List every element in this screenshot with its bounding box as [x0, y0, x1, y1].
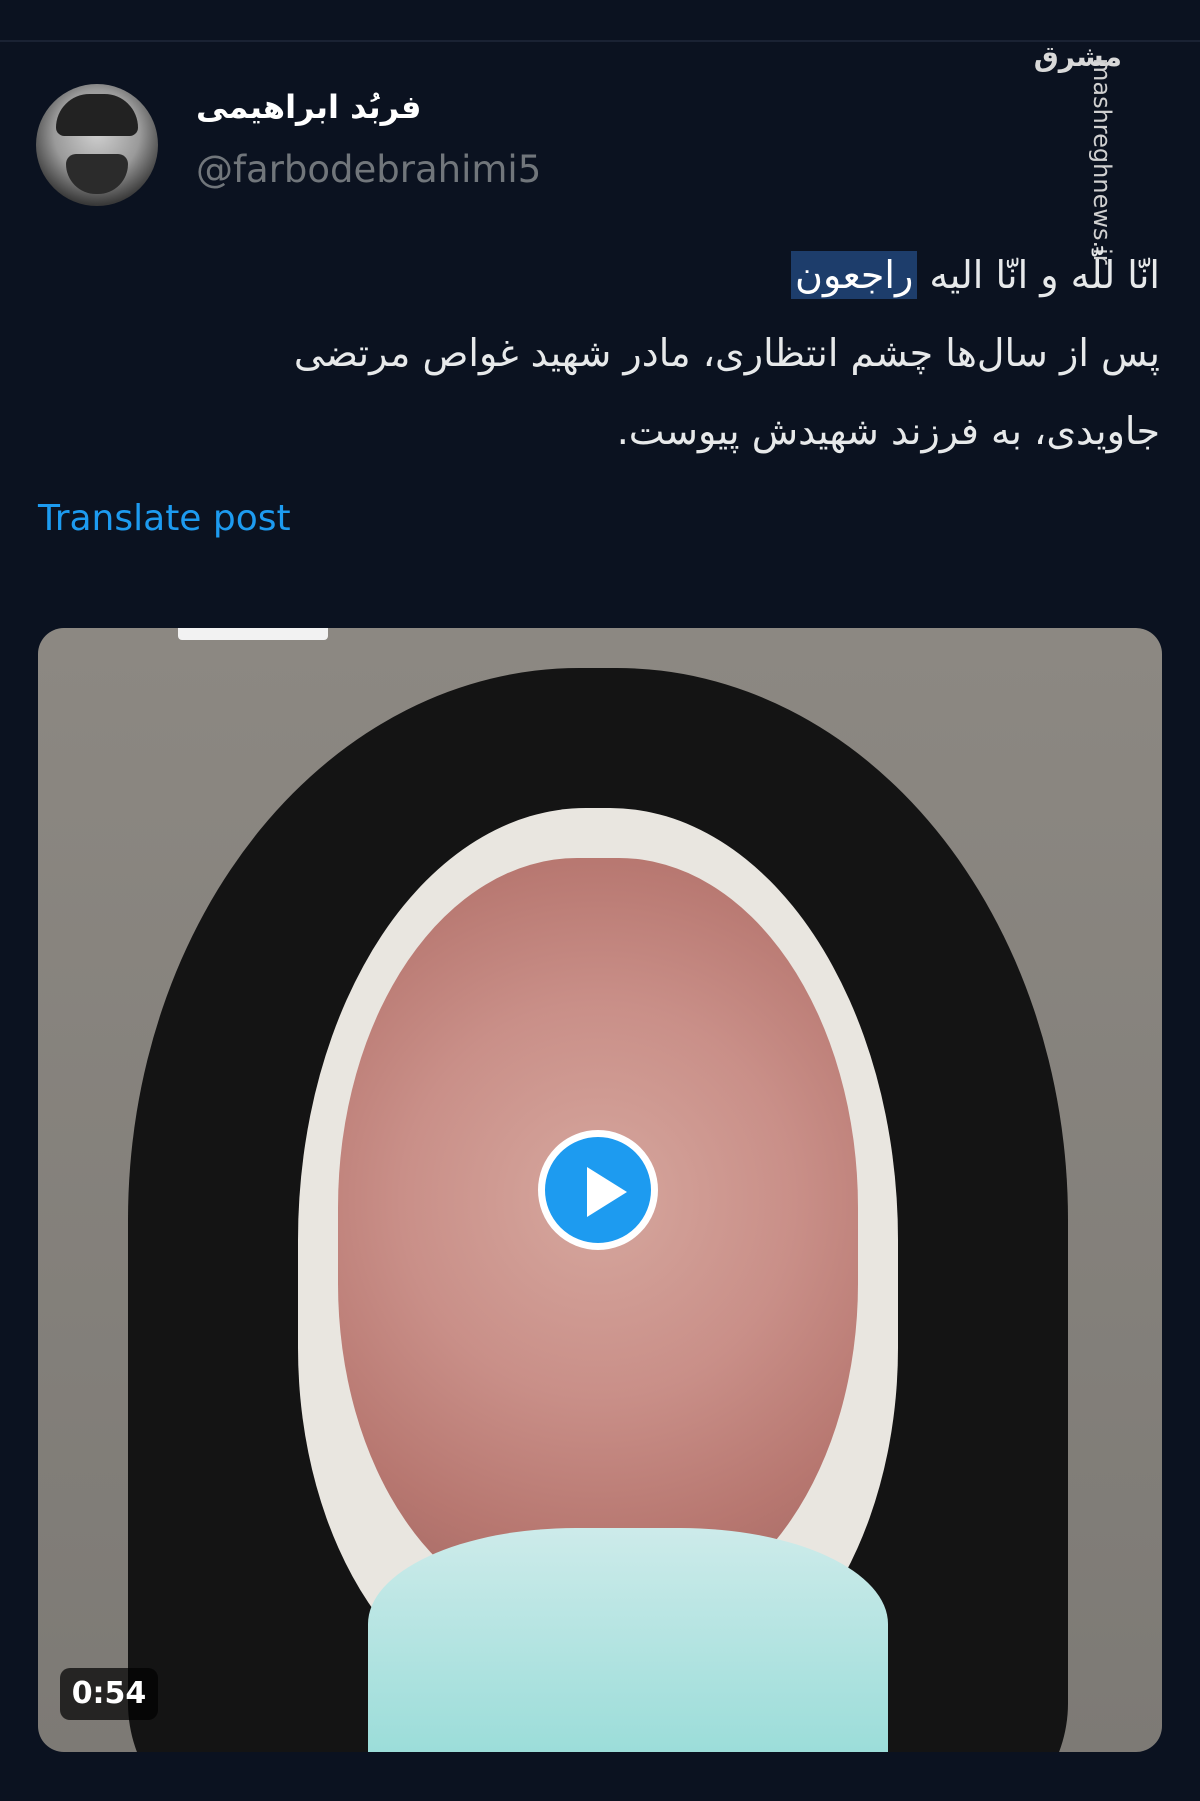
tweet-line-2: پس از سال‌ها چشم انتظاری، مادر شهید غواص… [293, 331, 1160, 375]
author-display-name[interactable]: فربُد ابراهیمی [196, 88, 436, 126]
video-duration: 0:54 [60, 1668, 158, 1720]
video-frame-cloth [368, 1528, 888, 1752]
top-divider [0, 40, 1200, 42]
tweet-line-1-prefix: انّا للّه و انّا الیه [917, 253, 1160, 297]
video-top-indicator [178, 628, 328, 640]
watermark-url: mashreghnews.ir [1088, 58, 1116, 265]
translate-post-link[interactable]: Translate post [38, 498, 291, 539]
tweet-line-3: جاویدی، به فرزند شهیدش پیوست. [616, 409, 1160, 453]
avatar-beard [66, 154, 128, 194]
avatar-hair [56, 94, 138, 136]
avatar[interactable] [36, 84, 158, 206]
author-handle[interactable]: @farbodebrahimi5 [196, 148, 541, 191]
play-icon [587, 1167, 627, 1217]
highlighted-word: راجعون [791, 251, 918, 299]
tweet-line-1: انّا للّه و انّا الیه راجعون [40, 236, 1160, 314]
tweet-text: انّا للّه و انّا الیه راجعون پس از سال‌ه… [40, 236, 1160, 470]
video-player[interactable]: 0:54 [38, 628, 1162, 1752]
play-button[interactable] [538, 1130, 658, 1250]
